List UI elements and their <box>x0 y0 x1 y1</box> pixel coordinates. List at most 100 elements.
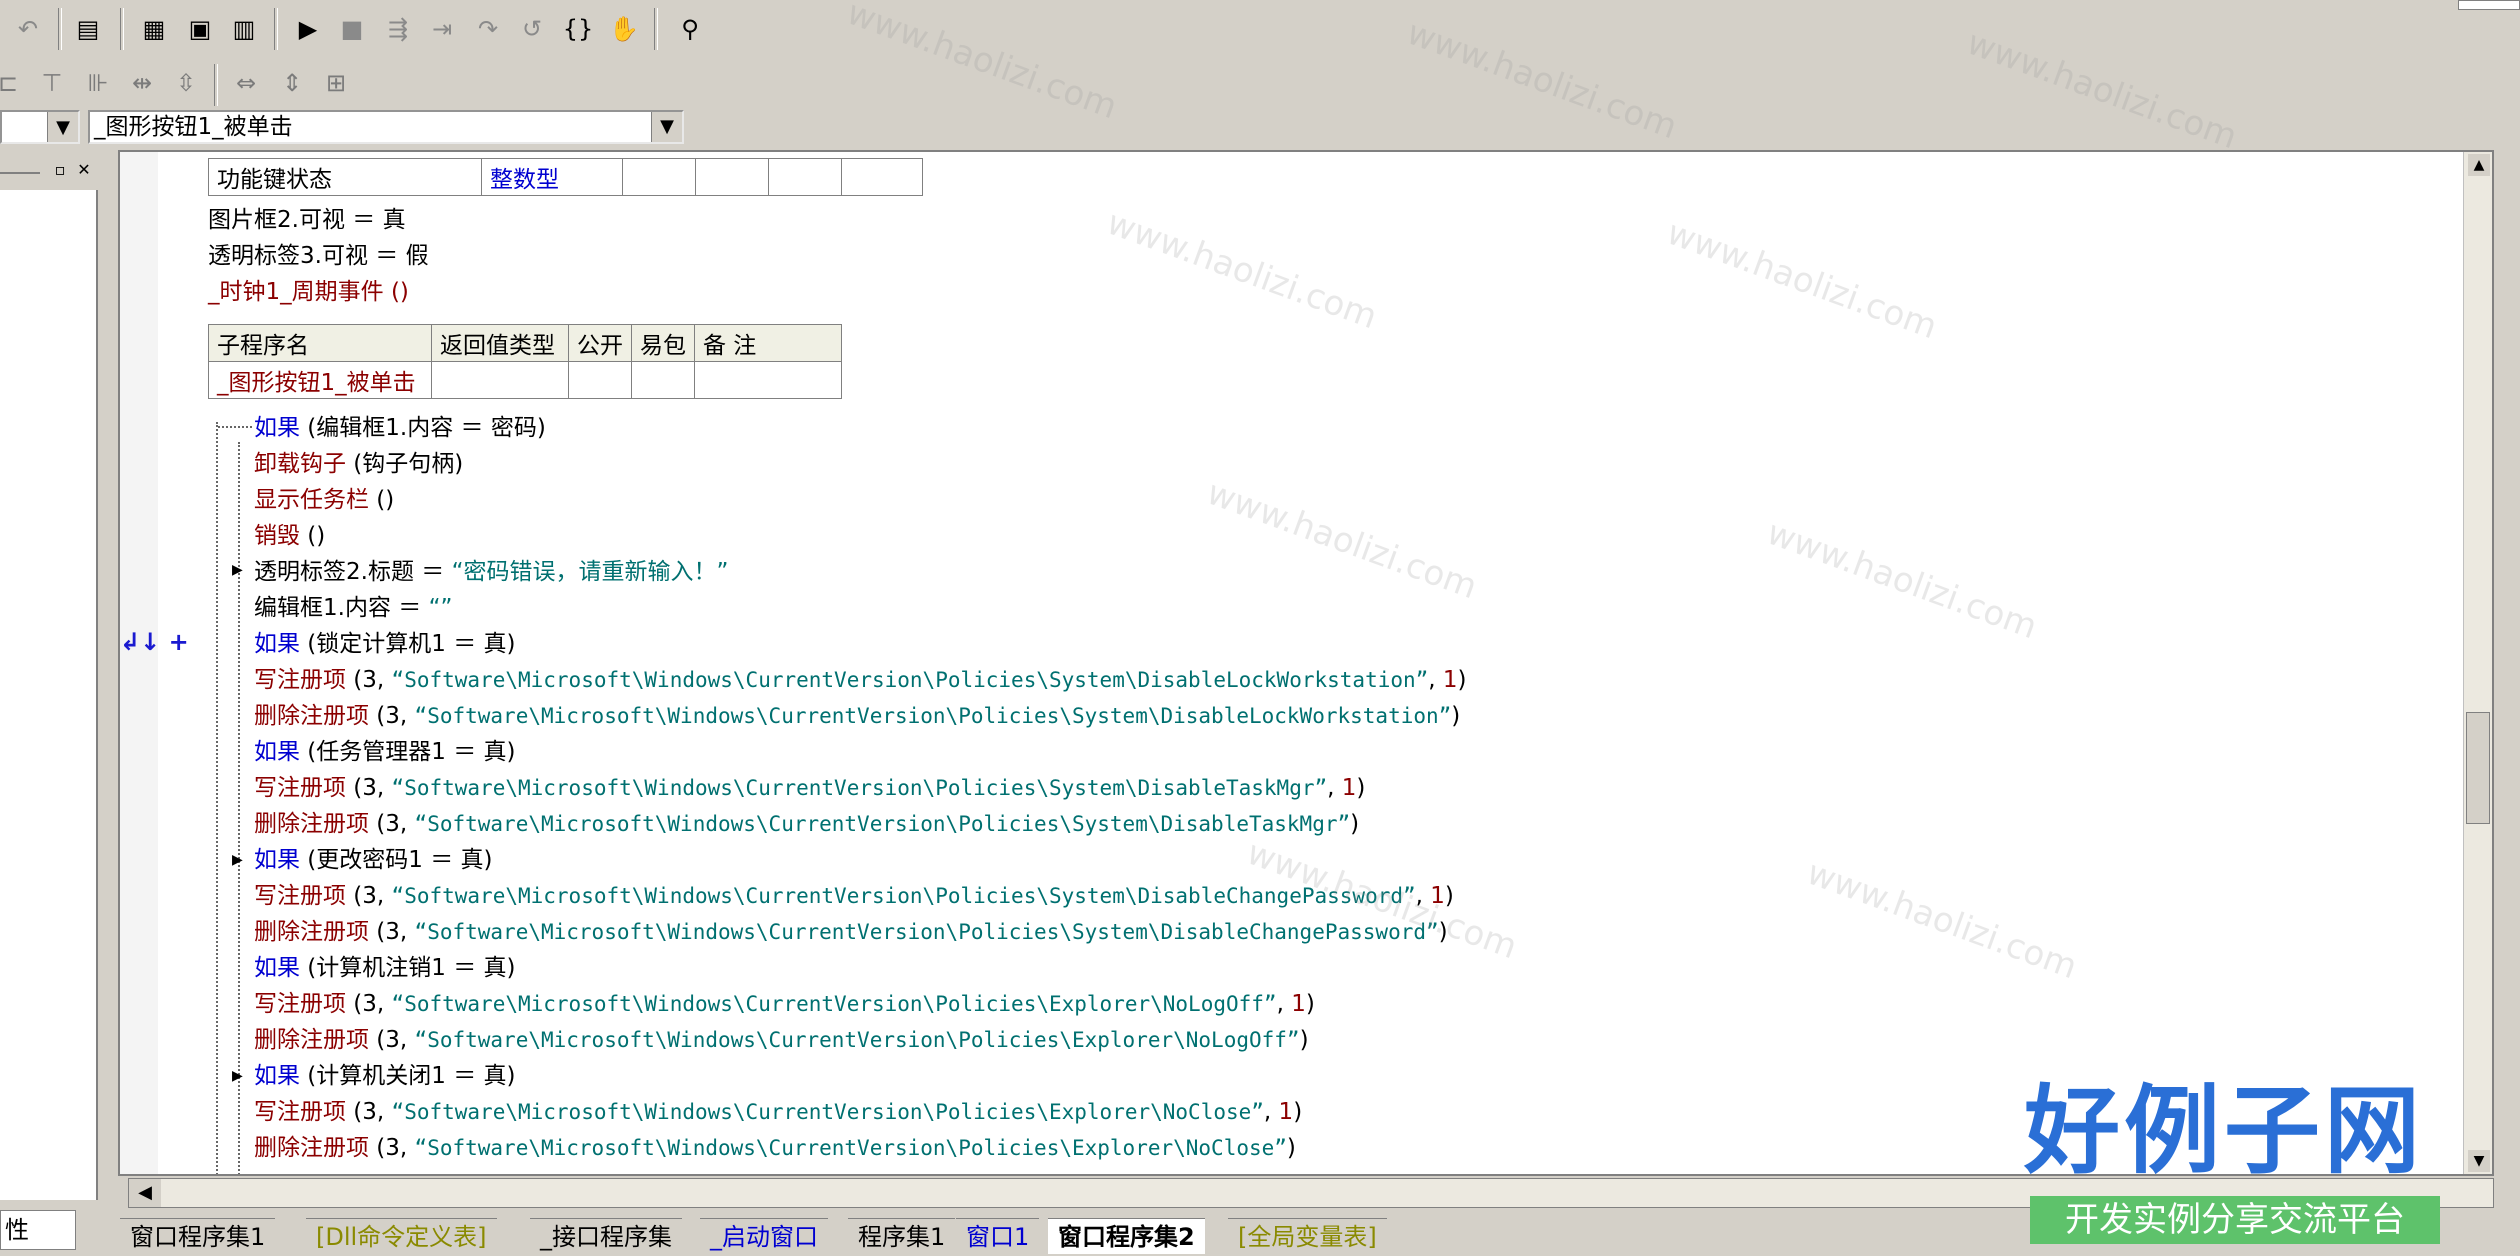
tab-startup-window[interactable]: _启动窗口 <box>700 1218 828 1254</box>
braces-icon[interactable]: {} <box>560 10 596 48</box>
tab-window-assembly-1[interactable]: 窗口程序集1 <box>120 1218 276 1254</box>
code-line[interactable]: 如果 (任务管理器1 ＝ 真) <box>254 734 516 770</box>
code-text: () <box>369 487 395 513</box>
table-cell[interactable] <box>631 361 695 399</box>
run-icon[interactable]: ▶ <box>290 10 326 48</box>
code-text: ) <box>1293 1099 1303 1125</box>
code-line[interactable]: 如果 (计算机注销1 ＝ 真) <box>254 950 516 986</box>
properties-tab[interactable]: 性 <box>0 1210 76 1250</box>
app-window: ↶ ▤ ▦ ▣ ▥ ▶ ■ ⇶ ⇥ ↷ ↺ {} ✋ ⚲ ⊏ ⊤ ⊪ ⇹ ⇳ ⇔… <box>0 0 2520 1256</box>
step-into-icon[interactable]: ⇥ <box>424 10 460 48</box>
hand-icon[interactable]: ✋ <box>606 10 642 48</box>
binoculars-icon[interactable]: ⚲ <box>672 10 708 48</box>
code-line[interactable]: 删除注册项 (3, “Software\Microsoft\Windows\Cu… <box>254 1130 1296 1166</box>
tab-window-assembly-2[interactable]: 窗口程序集2 <box>1048 1218 1205 1254</box>
watermark-text: www.haolizi.com <box>1401 12 1683 148</box>
string-literal: “密码错误，请重新输入！” <box>451 559 729 585</box>
layout-window-icon[interactable]: ▦ <box>136 10 172 48</box>
code-line[interactable]: 如果 (计算机关闭1 ＝ 真) <box>254 1058 516 1094</box>
tab-dll-commands[interactable]: [Dll命令定义表] <box>306 1218 497 1254</box>
step-icon[interactable]: ⇶ <box>380 10 416 48</box>
code-line[interactable]: 卸载钩子 (钩子句柄) <box>254 446 463 482</box>
class-combo[interactable]: ▼ <box>0 110 80 144</box>
expand-arrow-icon[interactable]: ▶ <box>232 1068 243 1084</box>
code-line[interactable]: 写注册项 (3, “Software\Microsoft\Windows\Cur… <box>254 986 1315 1022</box>
function-name: 卸载钩子 <box>254 451 346 477</box>
code-line[interactable]: 如果 (更改密码1 ＝ 真) <box>254 842 493 878</box>
expand-arrow-icon[interactable]: ▶ <box>232 852 243 868</box>
header-cell: 备 注 <box>694 324 842 362</box>
variable-name-cell[interactable]: 功能键状态 <box>208 158 482 196</box>
code-line[interactable]: 编辑框1.内容 ＝ “” <box>254 590 452 626</box>
subroutine-name-cell[interactable]: _图形按钮1_被单击 <box>208 361 432 399</box>
tree-connector <box>218 426 252 428</box>
function-name: 显示任务栏 <box>254 487 369 513</box>
align-left-icon[interactable]: ⊏ <box>0 64 26 102</box>
code-line[interactable]: 写注册项 (3, “Software\Microsoft\Windows\Cur… <box>254 770 1365 806</box>
function-name: 删除注册项 <box>254 1027 369 1053</box>
expand-arrow-icon[interactable]: ▶ <box>232 1172 243 1174</box>
code-line[interactable]: 删除注册项 (3, “Software\Microsoft\Windows\Cu… <box>254 914 1448 950</box>
code-line[interactable]: 写注册项 (3, “Software\Microsoft\Windows\Cur… <box>254 662 1467 698</box>
subroutine-combo-value: _图形按钮1_被单击 <box>94 114 293 140</box>
code-line[interactable]: 图片框2.可视 ＝ 真 <box>208 202 406 238</box>
chevron-down-icon[interactable]: ▼ <box>651 112 682 142</box>
code-line[interactable]: 透明标签3.可视 ＝ 假 <box>208 238 429 274</box>
window-control-button[interactable] <box>2458 0 2520 10</box>
subroutine-table[interactable]: 子程序名 返回值类型 公开 易包 备 注 _图形按钮1_被单击 <box>208 324 842 399</box>
table-cell[interactable] <box>431 361 569 399</box>
table-cell[interactable] <box>695 158 769 196</box>
tab-interface-assembly[interactable]: _接口程序集 <box>530 1218 682 1254</box>
watermark-slogan: 开发实例分享交流平台 <box>2030 1196 2440 1244</box>
find-icon[interactable]: ▤ <box>70 10 106 48</box>
table-cell[interactable] <box>694 361 842 399</box>
align-top-icon[interactable]: ⊤ <box>34 64 70 102</box>
tab-assembly-1[interactable]: 程序集1 <box>848 1218 956 1254</box>
same-size-icon[interactable]: ⊞ <box>318 64 354 102</box>
scroll-left-icon[interactable]: ◀ <box>129 1179 161 1207</box>
code-line[interactable]: 如果 (编辑框1.内容 ＝ 密码) <box>254 410 546 446</box>
layout-list-icon[interactable]: ▥ <box>226 10 262 48</box>
code-line[interactable]: 删除注册项 (3, “Software\Microsoft\Windows\Cu… <box>254 698 1460 734</box>
code-line[interactable]: 写注册项 (3, “Software\Microsoft\Windows\Cur… <box>254 878 1454 914</box>
undo-icon[interactable]: ↶ <box>10 10 46 48</box>
layout-panel-icon[interactable]: ▣ <box>182 10 218 48</box>
variable-type-cell[interactable]: 整数型 <box>481 158 623 196</box>
code-line[interactable]: 写注册项 (3, “Software\Microsoft\Windows\Cur… <box>254 1094 1302 1130</box>
align-center-icon[interactable]: ⊪ <box>80 64 116 102</box>
chevron-down-icon[interactable]: ▼ <box>47 112 78 142</box>
table-cell[interactable] <box>568 361 632 399</box>
same-height-icon[interactable]: ⇕ <box>274 64 310 102</box>
expand-arrow-icon[interactable]: ▶ <box>232 562 243 578</box>
step-out-icon[interactable]: ↺ <box>514 10 550 48</box>
space-horizontal-icon[interactable]: ⇹ <box>124 64 160 102</box>
table-cell[interactable] <box>622 158 696 196</box>
space-vertical-icon[interactable]: ⇳ <box>168 64 204 102</box>
scrollbar-thumb[interactable] <box>2466 712 2490 824</box>
code-line[interactable]: 如果 (锁定计算机1 ＝ 真) <box>254 626 516 662</box>
string-literal: “Software\Microsoft\Windows\CurrentVersi… <box>391 992 1277 1016</box>
table-cell[interactable] <box>768 158 842 196</box>
same-width-icon[interactable]: ⇔ <box>228 64 264 102</box>
stop-icon[interactable]: ■ <box>334 10 370 48</box>
step-over-icon[interactable]: ↷ <box>470 10 506 48</box>
code-line[interactable]: 显示任务栏 () <box>254 482 394 518</box>
left-panel-body[interactable] <box>0 190 98 1200</box>
watermark-text: www.haolizi.com <box>1961 22 2243 158</box>
scroll-down-icon[interactable]: ▼ <box>2468 1150 2490 1172</box>
tab-window-1[interactable]: 窗口1 <box>956 1218 1040 1254</box>
code-line[interactable]: 销毁 () <box>254 518 325 554</box>
vertical-scrollbar[interactable]: ▲ ▼ <box>2463 152 2492 1174</box>
tab-global-variables[interactable]: [全局变量表] <box>1228 1218 1387 1254</box>
code-line[interactable]: 透明标签2.标题 ＝ “密码错误，请重新输入！” <box>254 554 728 590</box>
code-line[interactable]: 删除注册项 (3, “Software\Microsoft\Windows\Cu… <box>254 806 1359 842</box>
code-line[interactable]: 删除注册项 (3, “Software\Microsoft\Windows\Cu… <box>254 1022 1309 1058</box>
variable-table[interactable]: 功能键状态 整数型 <box>208 158 923 196</box>
close-icon[interactable]: ✕ <box>74 160 94 180</box>
code-line[interactable]: _时钟1_周期事件 () <box>208 274 409 310</box>
function-name: 删除注册项 <box>254 1135 369 1161</box>
restore-icon[interactable]: ▫ <box>50 160 70 180</box>
subroutine-combo[interactable]: _图形按钮1_被单击 ▼ <box>88 110 684 144</box>
scroll-up-icon[interactable]: ▲ <box>2468 154 2490 176</box>
table-cell[interactable] <box>841 158 923 196</box>
